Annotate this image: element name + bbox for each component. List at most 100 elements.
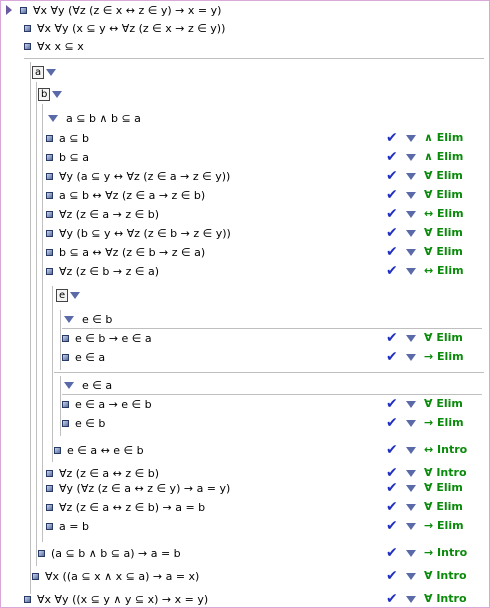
formula-bullet-icon bbox=[46, 484, 53, 492]
proof-step[interactable]: ∀x ∀y ((x ⊆ y ∧ y ⊆ x) → x = y) bbox=[24, 591, 208, 608]
check-icon: ✔ bbox=[386, 225, 398, 241]
scope-bar-outer bbox=[30, 62, 31, 594]
formula-bullet-icon bbox=[46, 248, 53, 256]
rule-label: ∀ Elim bbox=[424, 397, 463, 410]
rule-dropdown-icon[interactable] bbox=[406, 135, 416, 142]
rule-dropdown-icon[interactable] bbox=[406, 173, 416, 180]
expand-icon[interactable] bbox=[6, 5, 12, 15]
constant-box: a bbox=[32, 65, 45, 79]
rule-label: ∀ Elim bbox=[424, 500, 463, 513]
dropdown-arrow-icon[interactable] bbox=[46, 68, 57, 76]
formula-bullet-icon bbox=[20, 6, 27, 14]
rule-label: ∀ Elim bbox=[424, 226, 463, 239]
formula-bullet-icon bbox=[46, 172, 53, 180]
proof-step[interactable]: ∀y (a ⊆ y ↔ ∀z (z ∈ a → z ∈ y)) bbox=[46, 168, 230, 185]
formula-text: ∀x ∀y (x ⊆ y ↔ ∀z (z ∈ x → z ∈ y)) bbox=[37, 22, 226, 35]
collapse-icon[interactable] bbox=[64, 381, 74, 389]
rule-dropdown-icon[interactable] bbox=[406, 154, 416, 161]
rule-dropdown-icon[interactable] bbox=[406, 249, 416, 256]
proof-step[interactable]: e ∈ b bbox=[62, 415, 105, 432]
check-icon: ✔ bbox=[386, 415, 398, 431]
rule-dropdown-icon[interactable] bbox=[406, 354, 416, 361]
proof-step[interactable]: (a ⊆ b ∧ b ⊆ a) → a = b bbox=[38, 545, 181, 562]
rule-dropdown-icon[interactable] bbox=[406, 335, 416, 342]
premise-row[interactable]: ∀x ∀y (∀z (z ∈ x ↔ z ∈ y) → x = y) bbox=[6, 2, 221, 19]
proof-window bbox=[0, 0, 490, 608]
rule-dropdown-icon[interactable] bbox=[406, 401, 416, 408]
rule-label: ∀ Elim bbox=[424, 481, 463, 494]
formula-text: ∀y (∀z (z ∈ a ↔ z ∈ y) → a = y) bbox=[59, 482, 231, 495]
boxed-constant-b[interactable]: b bbox=[38, 86, 63, 103]
formula-bullet-icon bbox=[62, 353, 69, 361]
formula-text: ∀z (z ∈ a ↔ z ∈ b) bbox=[59, 467, 160, 480]
rule-dropdown-icon[interactable] bbox=[406, 596, 416, 603]
rule-label: → Elim bbox=[424, 519, 464, 532]
formula-text: a ⊆ b bbox=[59, 132, 89, 145]
proof-step[interactable]: ∀z (z ∈ b → z ∈ a) bbox=[46, 263, 159, 280]
rule-label: ↔ Intro bbox=[424, 443, 468, 456]
proof-step[interactable]: a ⊆ b ↔ ∀z (z ∈ a → z ∈ b) bbox=[46, 187, 205, 204]
formula-text: ∀x ∀y (∀z (z ∈ x ↔ z ∈ y) → x = y) bbox=[33, 4, 222, 17]
dropdown-arrow-icon[interactable] bbox=[52, 90, 63, 98]
proof-step[interactable]: a = b bbox=[46, 518, 89, 535]
rule-dropdown-icon[interactable] bbox=[406, 504, 416, 511]
rule-dropdown-icon[interactable] bbox=[406, 447, 416, 454]
formula-bullet-icon bbox=[46, 522, 53, 530]
formula-bullet-icon bbox=[46, 134, 53, 142]
proof-step[interactable]: e ∈ a ↔ e ∈ b bbox=[54, 442, 144, 459]
rule-dropdown-icon[interactable] bbox=[406, 470, 416, 477]
boxed-constant-a[interactable]: a bbox=[32, 64, 57, 81]
constant-box: b bbox=[38, 87, 51, 101]
rule-dropdown-icon[interactable] bbox=[406, 192, 416, 199]
formula-text: b ⊆ a bbox=[59, 151, 89, 164]
rule-dropdown-icon[interactable] bbox=[406, 230, 416, 237]
formula-bullet-icon bbox=[46, 229, 53, 237]
rule-dropdown-icon[interactable] bbox=[406, 550, 416, 557]
proof-step[interactable]: b ⊆ a bbox=[46, 149, 89, 166]
proof-step[interactable]: ∀y (∀z (z ∈ a ↔ z ∈ y) → a = y) bbox=[46, 480, 230, 497]
premise-row[interactable]: ∀x x ⊆ x bbox=[24, 38, 84, 55]
proof-step[interactable]: ∀z (z ∈ a ↔ z ∈ b) → a = b bbox=[46, 499, 205, 516]
rule-dropdown-icon[interactable] bbox=[406, 420, 416, 427]
rule-dropdown-icon[interactable] bbox=[406, 268, 416, 275]
premise-row[interactable]: ∀x ∀y (x ⊆ y ↔ ∀z (z ∈ x → z ∈ y)) bbox=[24, 20, 225, 37]
check-icon: ✔ bbox=[386, 442, 398, 458]
check-icon: ✔ bbox=[386, 518, 398, 534]
formula-bullet-icon bbox=[62, 334, 69, 342]
rule-label: ∧ Elim bbox=[424, 131, 464, 144]
rule-dropdown-icon[interactable] bbox=[406, 211, 416, 218]
proof-step[interactable]: a ⊆ b bbox=[46, 130, 89, 147]
formula-text: ∀x ((a ⊆ x ∧ x ⊆ a) → a = x) bbox=[45, 570, 200, 583]
formula-bullet-icon bbox=[46, 210, 53, 218]
check-icon: ✔ bbox=[386, 465, 398, 481]
proof-step[interactable]: ∀y (b ⊆ y ↔ ∀z (z ∈ b → z ∈ y)) bbox=[46, 225, 231, 242]
proof-step[interactable]: b ⊆ a ↔ ∀z (z ∈ b → z ∈ a) bbox=[46, 244, 205, 261]
rule-label: ∀ Elim bbox=[424, 188, 463, 201]
collapse-icon[interactable] bbox=[64, 315, 74, 323]
proof-step[interactable]: e ∈ a → e ∈ b bbox=[62, 396, 152, 413]
collapse-icon[interactable] bbox=[48, 114, 58, 122]
formula-text: a ⊆ b ∧ b ⊆ a bbox=[66, 112, 141, 125]
scope-bar-b bbox=[42, 104, 43, 542]
formula-bullet-icon bbox=[54, 446, 61, 454]
formula-text: ∀x x ⊆ x bbox=[37, 40, 84, 53]
rule-label: ∧ Elim bbox=[424, 150, 464, 163]
rule-dropdown-icon[interactable] bbox=[406, 573, 416, 580]
rule-dropdown-icon[interactable] bbox=[406, 485, 416, 492]
rule-label: ∀ Elim bbox=[424, 245, 463, 258]
rule-label: ∀ Elim bbox=[424, 331, 463, 344]
assumption-row[interactable]: e ∈ b bbox=[64, 311, 112, 328]
assumption-row[interactable]: e ∈ a bbox=[64, 377, 112, 394]
proof-step[interactable]: ∀x ((a ⊆ x ∧ x ⊆ a) → a = x) bbox=[32, 568, 199, 585]
assumption-row[interactable]: a ⊆ b ∧ b ⊆ a bbox=[48, 110, 141, 127]
proof-step[interactable]: e ∈ b → e ∈ a bbox=[62, 330, 152, 347]
check-icon: ✔ bbox=[386, 396, 398, 412]
dropdown-arrow-icon[interactable] bbox=[70, 291, 81, 299]
rule-dropdown-icon[interactable] bbox=[406, 523, 416, 530]
proof-step[interactable]: ∀z (z ∈ a → z ∈ b) bbox=[46, 206, 159, 223]
boxed-constant-e[interactable]: e bbox=[56, 287, 81, 304]
proof-step[interactable]: e ∈ a bbox=[62, 349, 105, 366]
formula-text: ∀y (b ⊆ y ↔ ∀z (z ∈ b → z ∈ y)) bbox=[59, 227, 231, 240]
formula-text: ∀y (a ⊆ y ↔ ∀z (z ∈ a → z ∈ y)) bbox=[59, 170, 231, 183]
scope-bar-sub2 bbox=[60, 376, 61, 436]
